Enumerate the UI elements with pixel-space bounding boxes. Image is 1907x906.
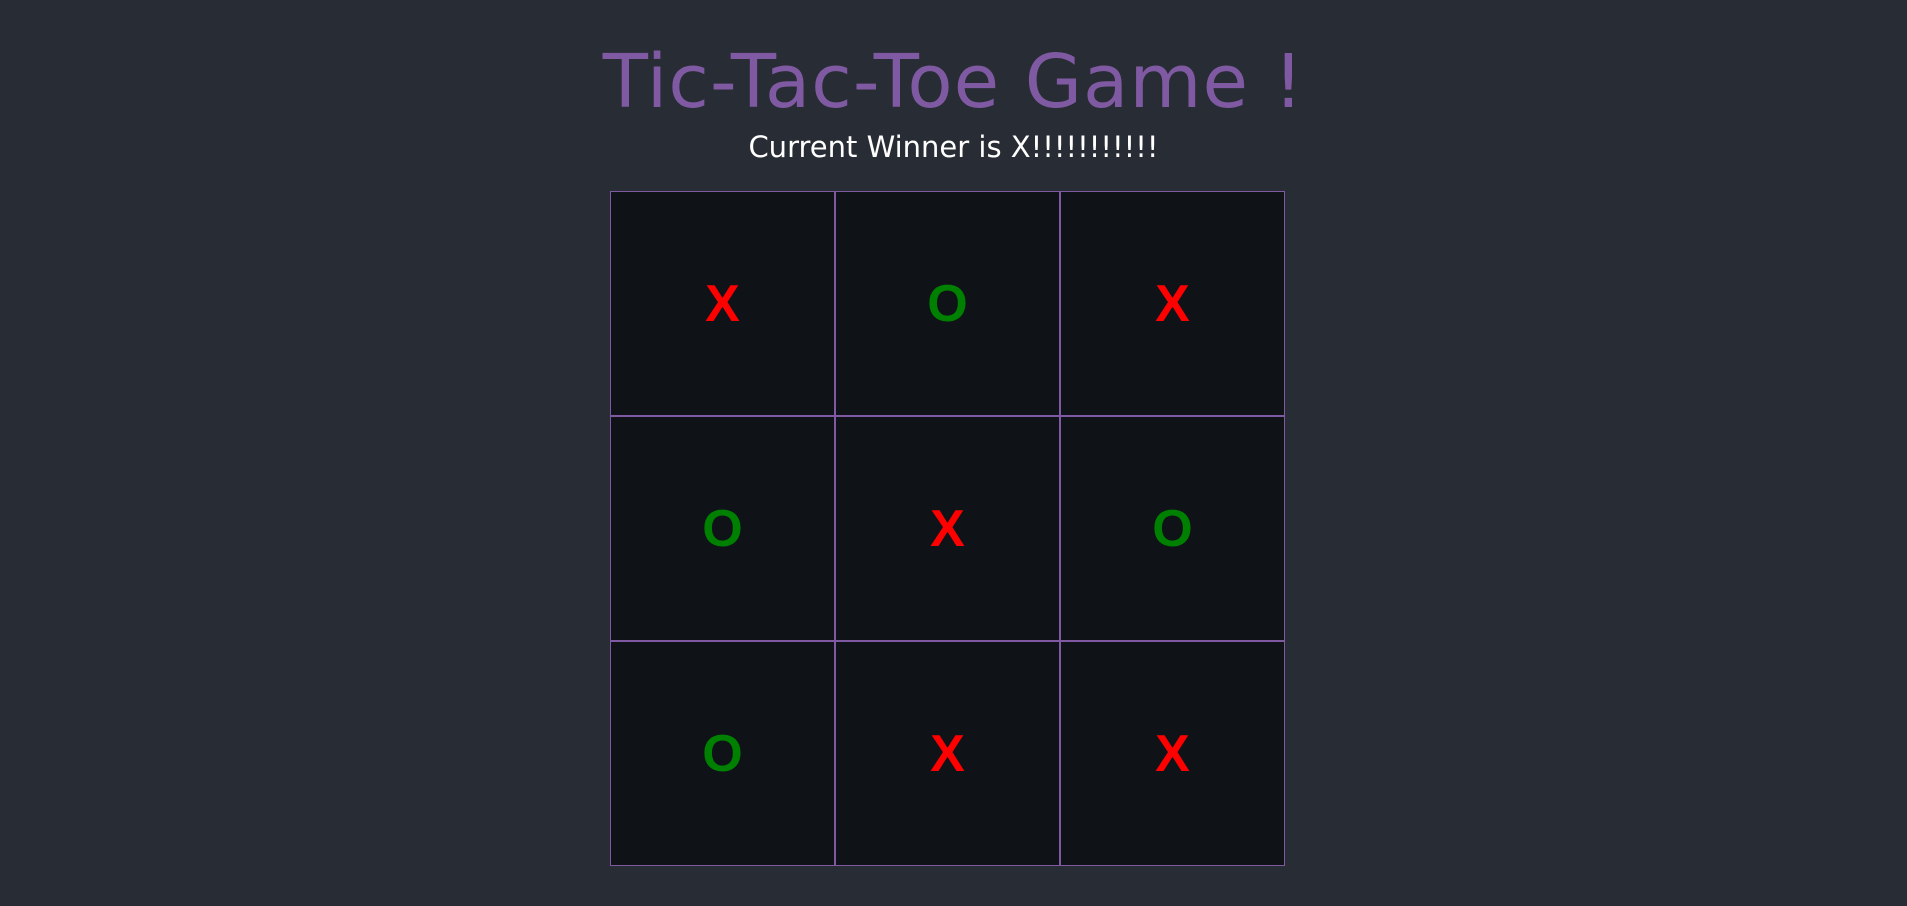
cell-mark: X (1155, 724, 1190, 783)
game-title: Tic-Tac-Toe Game ! (602, 39, 1305, 125)
board-cell-3[interactable]: X (1060, 191, 1285, 416)
board-cell-8[interactable]: X (835, 641, 1060, 866)
board-cell-5[interactable]: X (835, 416, 1060, 641)
winner-status: Current Winner is X!!!!!!!!!!! (748, 130, 1159, 164)
cell-mark: X (930, 724, 965, 783)
board-cell-9[interactable]: X (1060, 641, 1285, 866)
game-board: X O X O X O O X X (610, 191, 1286, 867)
board-cell-1[interactable]: X (610, 191, 835, 416)
board-cell-7[interactable]: O (610, 641, 835, 866)
cell-mark: O (1152, 499, 1193, 558)
cell-mark: X (705, 274, 740, 333)
cell-mark: O (702, 499, 743, 558)
cell-mark: X (930, 499, 965, 558)
cell-mark: O (927, 274, 968, 333)
board-cell-2[interactable]: O (835, 191, 1060, 416)
board-cell-6[interactable]: O (1060, 416, 1285, 641)
cell-mark: X (1155, 274, 1190, 333)
board-cell-4[interactable]: O (610, 416, 835, 641)
cell-mark: O (702, 724, 743, 783)
